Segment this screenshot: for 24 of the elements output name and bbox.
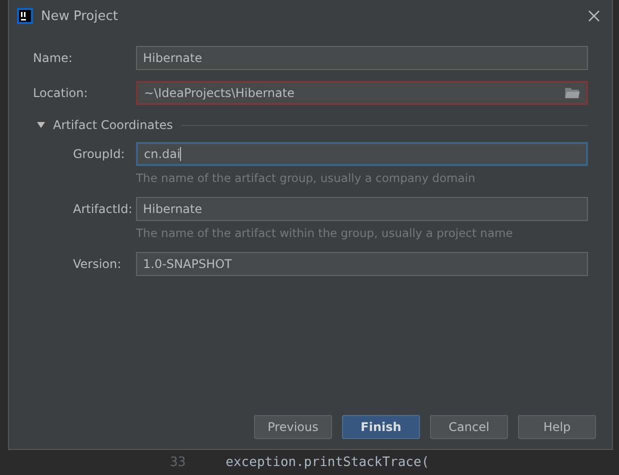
hint-text: The name of the artifact group, usually a company domain [136,171,476,185]
text-field[interactable]: cn.dai [136,142,588,166]
hint-text: The name of the artifact within the group, usually a project name [136,226,514,240]
field-label: GroupId: [72,147,126,161]
text-field[interactable]: Hibernate [136,46,588,70]
window-title: New Project [41,8,119,24]
text-field[interactable]: ~\IdeaProjects\Hibernate [136,81,588,105]
code-line: exception.printStackTrace( [226,455,430,470]
dialog-button[interactable]: Help [518,415,596,439]
field-label: Version: [72,257,122,271]
text-field[interactable]: Hibernate [136,197,588,221]
section-title[interactable]: Artifact Coordinates [53,118,173,132]
dialog-button[interactable]: Previous [254,415,332,439]
line-number: 33 [170,455,186,470]
field-label: ArtifactId: [72,202,134,216]
expand-toggle-icon[interactable] [37,122,45,128]
field-label: Location: [33,86,89,100]
field-label: Name: [33,51,74,65]
dialog-button[interactable]: Cancel [430,415,508,439]
text-field[interactable]: 1.0-SNAPSHOT [136,252,588,276]
folder-icon[interactable] [565,87,580,99]
dialog-button[interactable]: Finish [342,415,420,439]
app-icon [17,8,33,24]
close-icon[interactable] [588,10,600,22]
